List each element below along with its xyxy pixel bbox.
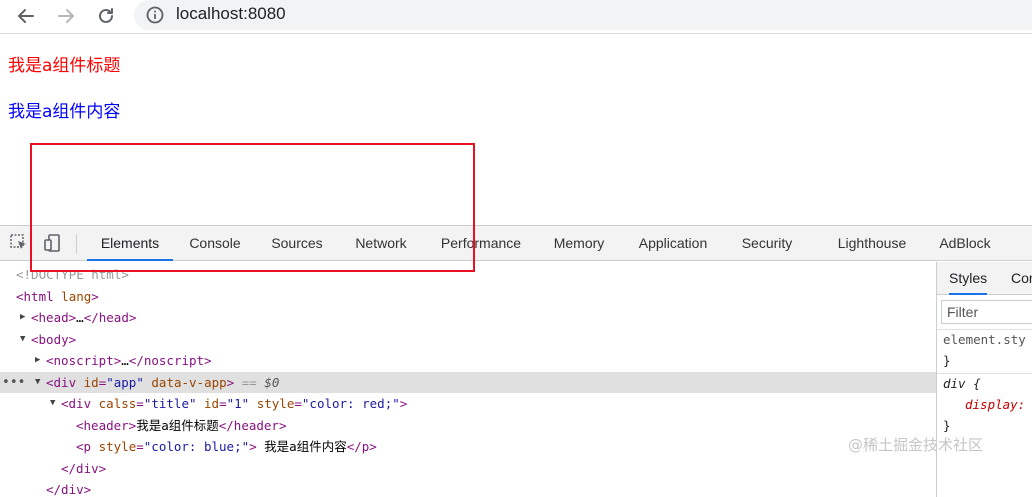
tab-lighthouse[interactable]: Lighthouse [828, 226, 916, 261]
tab-elements[interactable]: Elements [87, 226, 173, 261]
more-options-icon[interactable]: ••• [2, 372, 25, 394]
reload-icon [99, 8, 113, 23]
info-icon[interactable] [146, 6, 164, 24]
div-tag-close: > [226, 374, 235, 390]
p-text: 我是a组件内容 [256, 439, 347, 454]
collapse-triangle-icon[interactable]: ▼ [50, 393, 60, 415]
address-bar[interactable]: localhost:8080 [134, 0, 1032, 30]
html-tag-close: > [91, 288, 99, 304]
dom-node-div-app[interactable]: ••• ▼ <div id="app" data-v-app> == $0 [0, 371, 936, 394]
expand-triangle-icon[interactable]: ▶ [35, 350, 45, 372]
inspect-element-button[interactable] [8, 233, 30, 253]
url-text[interactable]: localhost:8080 [176, 4, 286, 24]
div-id-attr: id [83, 374, 99, 390]
div-close-tag: </div> [61, 460, 107, 476]
tab-security[interactable]: Security [734, 226, 800, 261]
head-close-tag: </head> [83, 310, 137, 325]
div-data-v-app-attr: data-v-app [151, 374, 227, 390]
p-style-attr: style [98, 439, 137, 454]
tab-styles[interactable]: Styles [949, 262, 988, 295]
div-id-value: "app" [106, 374, 144, 390]
noscript-ellipsis: … [121, 353, 129, 368]
devtools-panel: Elements Console Sources Network Perform… [0, 225, 1032, 497]
div-close-tag: </div> [46, 482, 92, 497]
tab-memory[interactable]: Memory [544, 226, 614, 261]
device-toolbar-button[interactable] [42, 233, 64, 253]
tab-console[interactable]: Console [178, 226, 252, 261]
device-icon [44, 234, 60, 252]
doctype-text: <!DOCTYPE html> [16, 267, 129, 282]
head-open-tag: <head> [31, 310, 77, 325]
tab-adblock[interactable]: AdBlock [930, 226, 1000, 261]
p-close-tag: </p> [346, 439, 377, 454]
div-open-tag: <div [46, 374, 77, 390]
div-id-attr: id [204, 396, 220, 411]
reload-button[interactable] [92, 3, 120, 29]
p-tag-close: > [249, 439, 257, 454]
tab-performance[interactable]: Performance [432, 226, 530, 261]
arrow-left-icon [18, 9, 34, 23]
watermark: @稀土掘金技术社区 [848, 436, 984, 454]
browser-toolbar: localhost:8080 [0, 0, 1032, 34]
header-close-tag: </header> [218, 417, 287, 433]
toolbar-separator [76, 234, 77, 254]
head-ellipsis: … [76, 310, 84, 325]
back-button[interactable] [12, 3, 40, 29]
div-tag-close: > [399, 396, 408, 411]
dom-node-p[interactable]: <p style="color: blue;"> 我是a组件内容</p> [0, 436, 936, 458]
close-brace: } [943, 418, 951, 433]
element-style-selector[interactable]: element.sty [943, 332, 1026, 347]
page-title: 我是a组件标题 [8, 56, 121, 76]
p-open-tag: <p [76, 439, 92, 454]
dom-node-header[interactable]: <header>我是a组件标题</header> [0, 415, 936, 437]
selected-marker: $0 [264, 374, 280, 390]
tab-sources[interactable]: Sources [262, 226, 332, 261]
dom-node-div-app-end[interactable]: </div> [0, 479, 936, 497]
dom-node-head[interactable]: ▶ <head>…</head> [0, 307, 936, 329]
collapse-triangle-icon[interactable]: ▼ [35, 372, 45, 394]
header-text: 我是a组件标题 [136, 417, 219, 433]
styles-pane: Styles Con Filter element.sty } div { di… [936, 262, 1032, 497]
body-open-tag: <body> [31, 331, 77, 347]
cursor-select-icon [10, 234, 26, 249]
dom-node-doctype[interactable]: <!DOCTYPE html> [0, 264, 936, 286]
display-property[interactable]: display: [965, 397, 1025, 412]
forward-button[interactable] [52, 3, 80, 29]
div-rule-selector[interactable]: div { [943, 376, 981, 391]
tab-computed[interactable]: Con [1011, 262, 1032, 295]
noscript-open-tag: <noscript> [46, 353, 122, 368]
header-open-tag: <header> [76, 417, 137, 433]
collapse-triangle-icon[interactable]: ▼ [20, 329, 30, 351]
div-calss-attr: calss [98, 396, 137, 411]
close-brace: } [943, 353, 951, 368]
div-calss-value: "title" [143, 396, 197, 411]
page-content: 我是a组件内容 [8, 102, 121, 122]
p-style-value: "color: blue;" [143, 439, 250, 454]
arrow-right-icon [58, 9, 74, 23]
styles-divider [937, 329, 1032, 330]
styles-tabbar: Styles Con [937, 262, 1032, 295]
div-id-value: "1" [226, 396, 250, 411]
dom-node-noscript[interactable]: ▶ <noscript>…</noscript> [0, 350, 936, 372]
dom-node-html[interactable]: <html lang> [0, 286, 936, 308]
html-open-tag: <html [16, 288, 54, 304]
styles-filter-input[interactable]: Filter [941, 300, 1032, 324]
elements-tree: <!DOCTYPE html> <html lang> ▶ <head>…</h… [0, 262, 936, 497]
styles-divider [937, 373, 1032, 374]
div-style-attr: style [256, 396, 295, 411]
devtools-tabbar: Elements Console Sources Network Perform… [0, 226, 1032, 261]
noscript-close-tag: </noscript> [128, 353, 212, 368]
div-open-tag: <div [61, 396, 92, 411]
expand-triangle-icon[interactable]: ▶ [20, 307, 30, 329]
tab-application[interactable]: Application [628, 226, 718, 261]
dom-node-div-title[interactable]: ▼ <div calss="title" id="1" style="color… [0, 393, 936, 415]
eq-marker: == [241, 374, 257, 390]
div-style-value: "color: red;" [301, 396, 400, 411]
tab-network[interactable]: Network [345, 226, 417, 261]
dom-node-div-title-end[interactable]: </div> [0, 458, 936, 480]
dom-node-body[interactable]: ▼ <body> [0, 329, 936, 351]
html-lang-attr: lang [61, 288, 92, 304]
